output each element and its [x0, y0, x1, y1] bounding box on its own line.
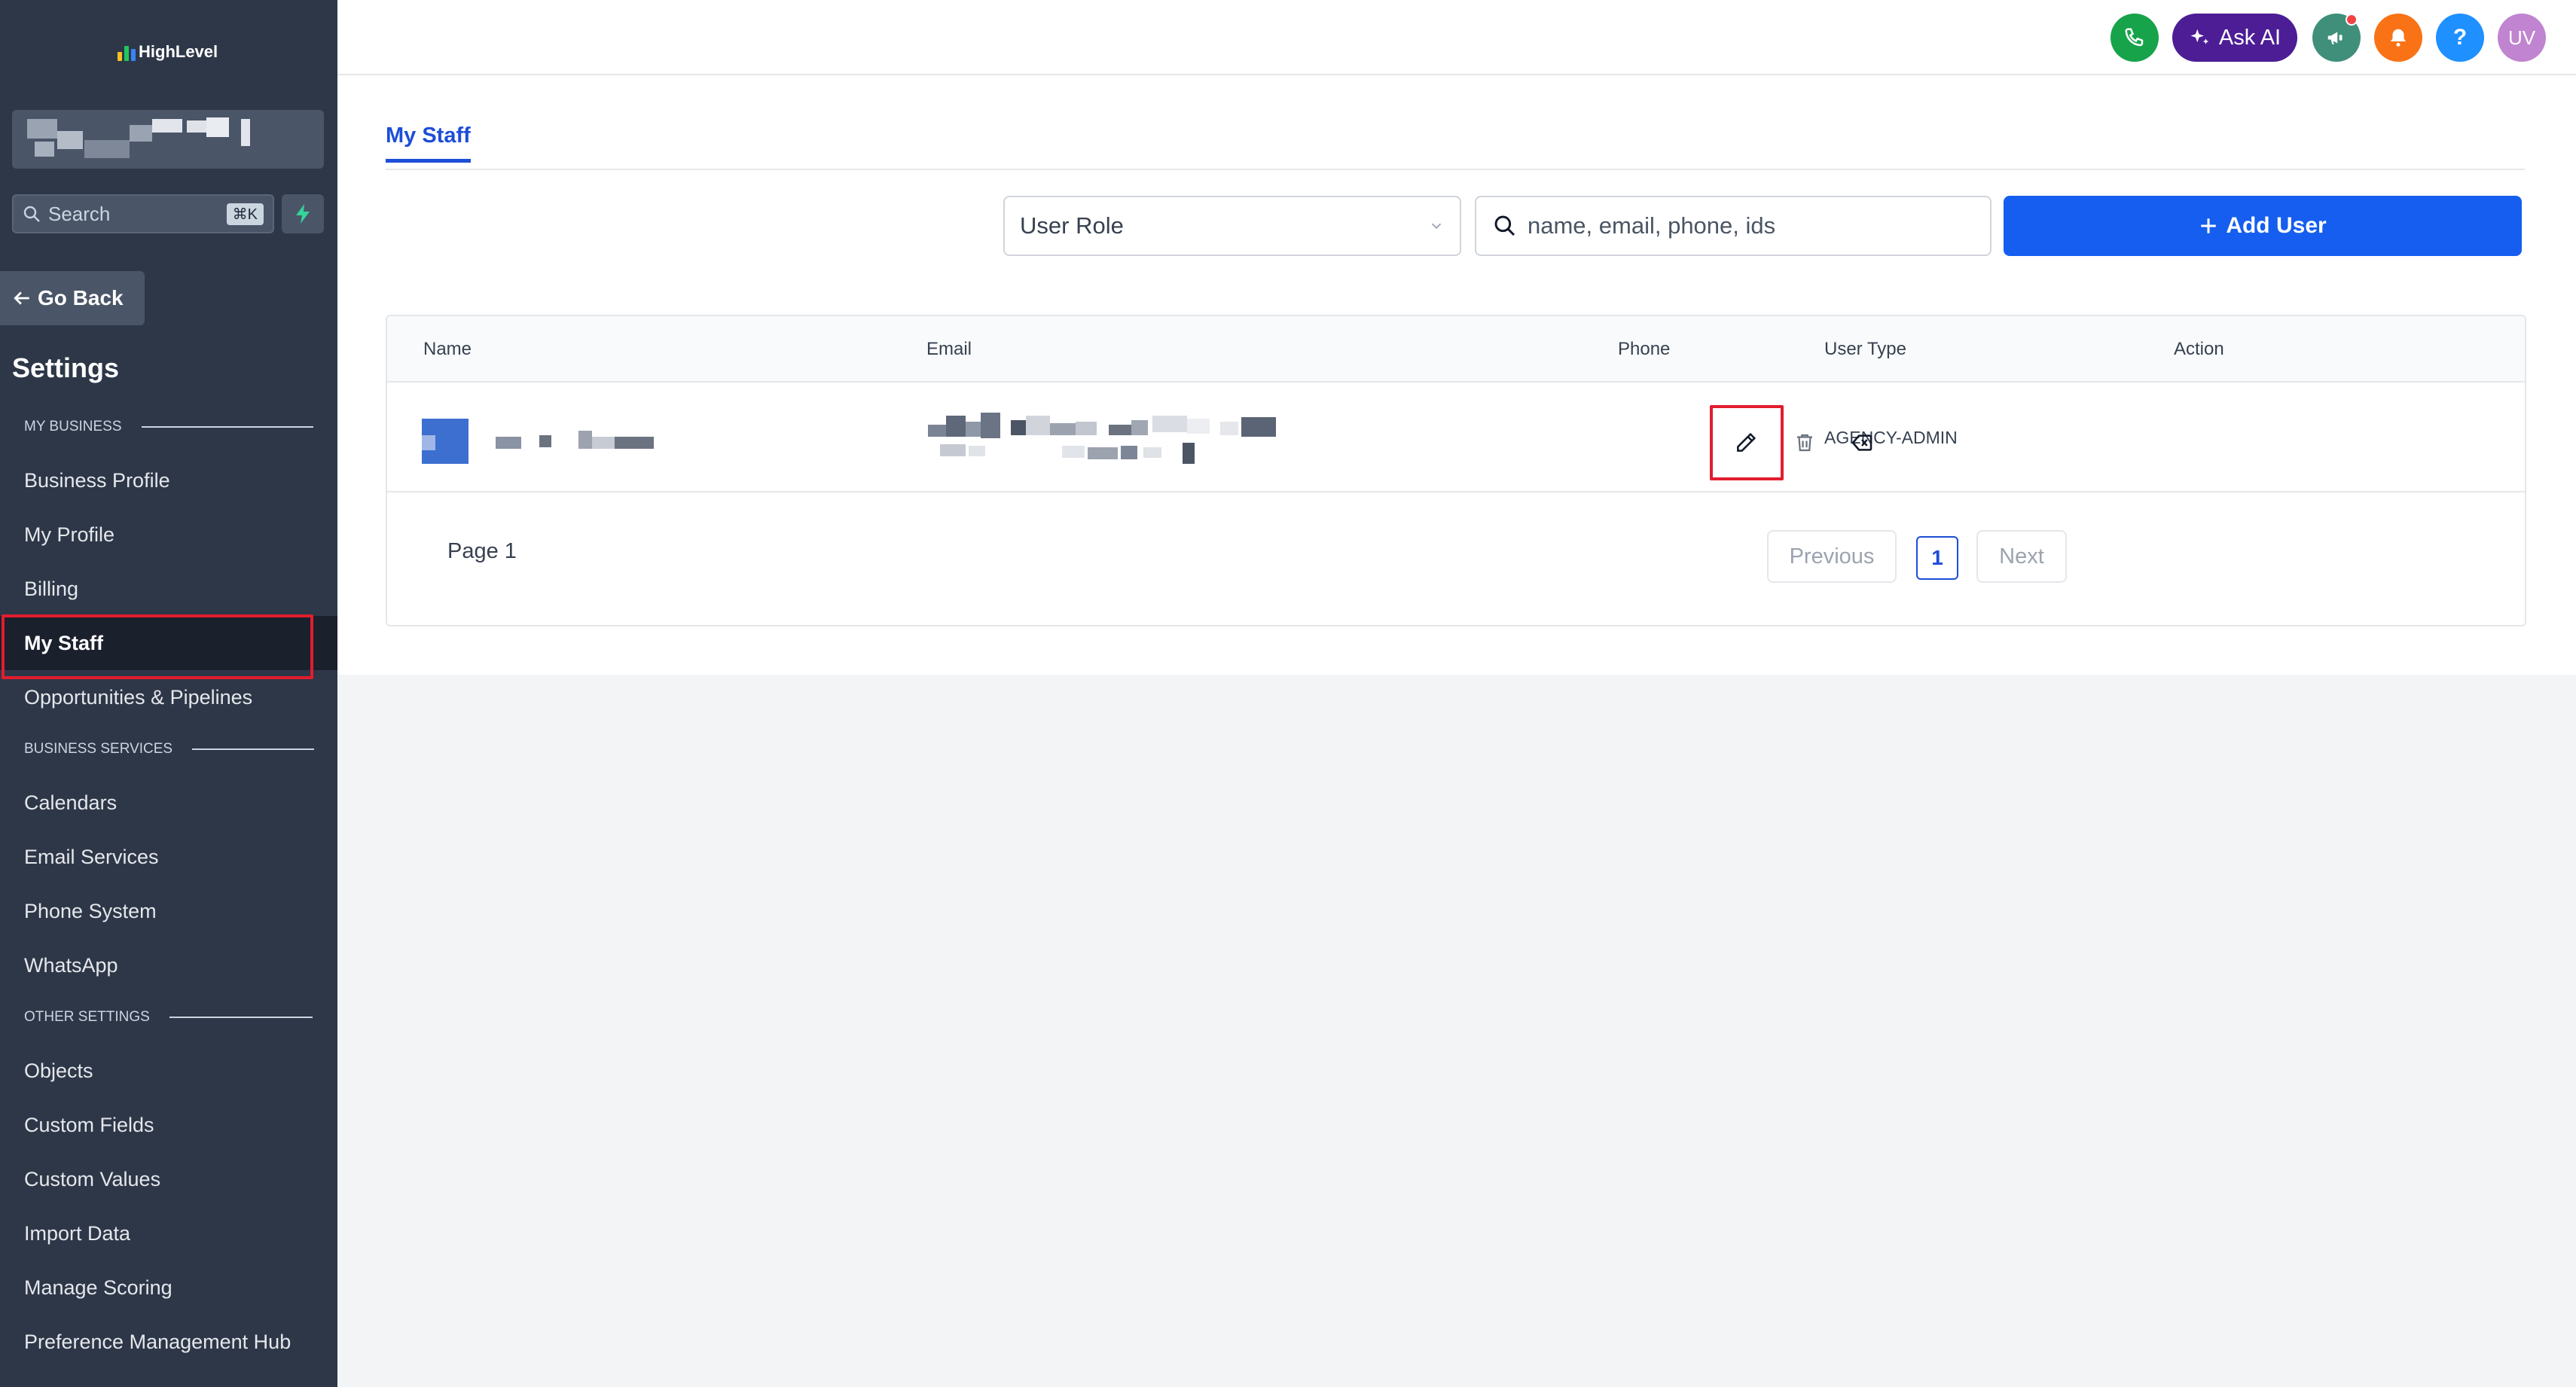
search-shortcut-badge: ⌘K — [226, 203, 264, 225]
section-label-business-services: BUSINESS SERVICES — [24, 741, 315, 758]
phone-button[interactable] — [2111, 14, 2159, 62]
add-user-label: Add User — [2226, 213, 2327, 238]
tab-my-staff[interactable]: My Staff — [386, 123, 471, 163]
sidebar-item-custom-values[interactable]: Custom Values — [0, 1152, 337, 1206]
ask-ai-button[interactable]: Ask AI — [2172, 14, 2297, 62]
go-back-label: Go Back — [38, 286, 124, 309]
trash-icon — [1797, 434, 1812, 452]
sidebar-item-opportunities-pipelines[interactable]: Opportunities & Pipelines — [0, 670, 337, 724]
ask-ai-label: Ask AI — [2218, 25, 2281, 50]
notification-dot — [2346, 14, 2358, 26]
remove-access-button[interactable] — [1842, 423, 1882, 462]
previous-page-button[interactable]: Previous — [1767, 530, 1897, 583]
backspace-x-icon — [1851, 434, 1872, 451]
sidebar: HighLevel Search ⌘K Go Back Settings MY … — [0, 0, 337, 1387]
bell-icon — [2391, 29, 2406, 47]
announcements-button[interactable] — [2312, 14, 2361, 62]
main-content: My Staff User Role Add User Name Email P… — [337, 75, 2576, 675]
topbar: Ask AI ? UV — [337, 0, 2576, 75]
settings-heading: Settings — [12, 352, 120, 383]
sidebar-search[interactable]: Search ⌘K — [12, 194, 274, 233]
help-icon: ? — [2452, 25, 2468, 50]
sidebar-item-business-profile[interactable]: Business Profile — [0, 453, 337, 508]
column-header-name: Name — [423, 339, 472, 359]
page-indicator: Page 1 — [447, 539, 517, 563]
lightning-bolt-icon — [296, 204, 310, 224]
column-header-phone: Phone — [1618, 339, 1671, 359]
delete-user-button[interactable] — [1785, 423, 1824, 462]
highlevel-logo[interactable]: HighLevel — [118, 42, 218, 62]
user-avatar[interactable]: UV — [2498, 14, 2546, 62]
column-header-user-type: User Type — [1824, 339, 1906, 359]
tab-divider — [386, 169, 2525, 170]
sidebar-item-billing[interactable]: Billing — [0, 562, 337, 616]
sidebar-item-manage-scoring[interactable]: Manage Scoring — [0, 1260, 337, 1315]
sidebar-item-import-data[interactable]: Import Data — [0, 1206, 337, 1260]
table-header: Name Email Phone User Type Action — [387, 316, 2525, 383]
section-label-other-settings: OTHER SETTINGS — [24, 1009, 313, 1026]
sidebar-item-email-services[interactable]: Email Services — [0, 830, 337, 884]
logo-mark-icon — [118, 43, 136, 61]
search-icon — [1494, 215, 1515, 236]
user-role-select-value: User Role — [1020, 212, 1124, 239]
section-label-my-business: MY BUSINESS — [24, 419, 313, 435]
sidebar-search-placeholder: Search — [48, 202, 111, 225]
help-button[interactable]: ? — [2436, 14, 2484, 62]
sidebar-item-preference-management-hub[interactable]: Preference Management Hub — [0, 1315, 337, 1369]
quick-actions-button[interactable] — [282, 194, 324, 233]
add-user-button[interactable]: Add User — [2004, 196, 2522, 256]
plus-icon — [2201, 218, 2217, 233]
sidebar-item-whatsapp[interactable]: WhatsApp — [0, 938, 337, 992]
megaphone-icon — [2327, 32, 2343, 44]
sidebar-item-calendars[interactable]: Calendars — [0, 776, 337, 830]
column-header-action: Action — [2174, 339, 2224, 359]
sidebar-item-phone-system[interactable]: Phone System — [0, 884, 337, 938]
staff-search-field[interactable] — [1475, 196, 1992, 256]
arrow-left-icon — [14, 291, 29, 305]
sidebar-item-custom-fields[interactable]: Custom Fields — [0, 1098, 337, 1152]
logo-text: HighLevel — [139, 42, 218, 61]
user-role-select[interactable]: User Role — [1003, 196, 1461, 256]
current-page-number[interactable]: 1 — [1916, 536, 1958, 580]
chevron-down-icon — [1431, 223, 1442, 230]
sidebar-item-objects[interactable]: Objects — [0, 1044, 337, 1098]
notifications-button[interactable] — [2374, 14, 2422, 62]
phone-icon — [2125, 28, 2144, 47]
search-icon — [23, 206, 40, 222]
column-header-email: Email — [926, 339, 972, 359]
table-row: AGENCY-ADMIN — [387, 383, 2525, 492]
account-switcher[interactable] — [12, 110, 324, 169]
next-page-button[interactable]: Next — [1976, 530, 2067, 583]
highlight-box — [1710, 405, 1784, 480]
avatar-initials: UV — [2507, 26, 2536, 49]
sidebar-item-my-staff[interactable]: My Staff — [0, 614, 337, 679]
go-back-button[interactable]: Go Back — [0, 271, 145, 325]
staff-table: Name Email Phone User Type Action AGENCY… — [386, 315, 2526, 626]
sparkle-icon — [2190, 29, 2209, 44]
staff-search-input[interactable] — [1528, 212, 1964, 239]
sidebar-item-my-profile[interactable]: My Profile — [0, 508, 337, 562]
